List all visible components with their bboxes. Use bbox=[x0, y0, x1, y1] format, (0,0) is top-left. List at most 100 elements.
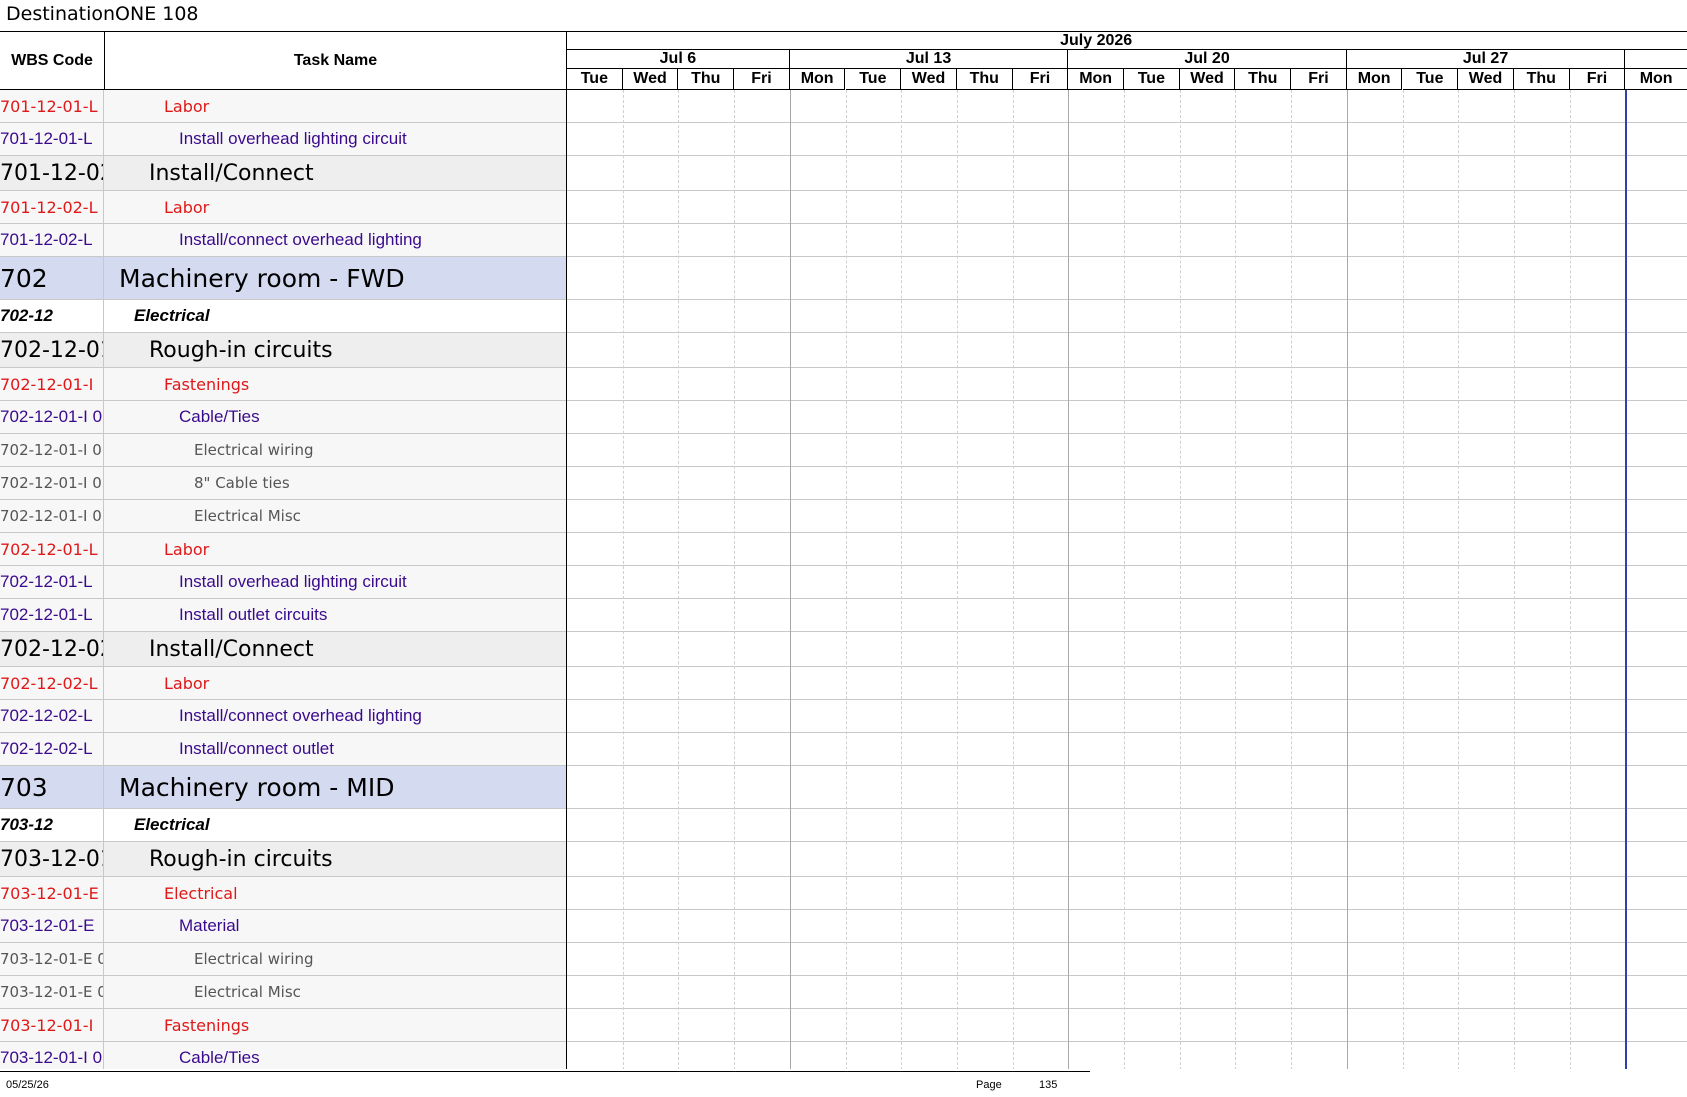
task-name: Install/Connect bbox=[149, 636, 314, 662]
task-row[interactable]: 702-12-01-I 01 Electrical wiring bbox=[0, 434, 566, 467]
timeline-day: Mon bbox=[1625, 69, 1687, 90]
task-name: Electrical Misc bbox=[194, 507, 301, 525]
task-row[interactable]: 702-12-01-I 01 Electrical Misc bbox=[0, 500, 566, 533]
gantt-day-gridline bbox=[1012, 90, 1014, 1069]
wbs-code-header: WBS Code bbox=[0, 31, 105, 90]
task-row[interactable]: 702-12-02 Install/Connect bbox=[0, 632, 566, 667]
task-name: 8" Cable ties bbox=[194, 474, 290, 492]
timeline-day: Mon bbox=[789, 69, 846, 90]
task-row[interactable]: 701-12-02-L Labor bbox=[0, 191, 566, 224]
wbs-code: 702-12-02-L bbox=[0, 700, 104, 732]
task-name: Install/Connect bbox=[149, 160, 314, 186]
task-row[interactable]: 702-12 Electrical bbox=[0, 300, 566, 333]
wbs-code: 702-12-01-I bbox=[0, 368, 104, 400]
task-row[interactable]: 702-12-01-I Fastenings bbox=[0, 368, 566, 401]
task-row[interactable]: 703-12 Electrical bbox=[0, 809, 566, 842]
wbs-code: 702-12-02-L bbox=[0, 667, 104, 699]
task-row[interactable]: 702-12-02-L Install/connect outlet bbox=[0, 733, 566, 766]
task-row[interactable]: 703-12-01-E 0 Electrical wiring bbox=[0, 943, 566, 976]
task-row[interactable]: 702-12-01-I 01 8" Cable ties bbox=[0, 467, 566, 500]
wbs-code: 701-12-01-L bbox=[0, 123, 104, 155]
document-title: DestinationONE 108 bbox=[6, 3, 199, 25]
task-name: Labor bbox=[164, 673, 210, 693]
wbs-code: 702-12-01-L bbox=[0, 566, 104, 598]
task-row[interactable]: 702-12-01 Rough-in circuits bbox=[0, 333, 566, 368]
task-row[interactable]: 703-12-01-I 0 Cable/Ties bbox=[0, 1042, 566, 1069]
gantt-day-gridline bbox=[901, 90, 903, 1069]
wbs-code: 702-12-02 bbox=[0, 632, 104, 666]
task-row[interactable]: 702 Machinery room - FWD bbox=[0, 257, 566, 300]
task-name: Electrical wiring bbox=[194, 950, 314, 968]
month-boundary-line bbox=[1625, 90, 1628, 1069]
timeline-day: Tue bbox=[1402, 69, 1459, 90]
timeline-day: Wed bbox=[1458, 69, 1514, 90]
timeline-day: Mon bbox=[1068, 69, 1124, 90]
gantt-day-gridline bbox=[1291, 90, 1293, 1069]
wbs-code: 702-12 bbox=[0, 300, 104, 332]
wbs-code: 702-12-01-L bbox=[0, 599, 104, 631]
gantt-day-gridline bbox=[1569, 90, 1571, 1069]
gantt-day-gridline bbox=[1346, 90, 1348, 1069]
wbs-code: 703-12-01-E bbox=[0, 877, 104, 909]
task-name: Install/connect overhead lighting bbox=[179, 706, 422, 725]
timeline-day: Thu bbox=[956, 69, 1013, 90]
task-row[interactable]: 702-12-01-I 0 Cable/Ties bbox=[0, 401, 566, 434]
task-row[interactable]: 703-12-01-E 0 Electrical Misc bbox=[0, 976, 566, 1009]
timeline-week: Jul 27 bbox=[1346, 50, 1626, 69]
footer-rule bbox=[0, 1071, 1090, 1072]
task-row[interactable]: 701-12-01-L Install overhead lighting cir… bbox=[0, 123, 566, 156]
gantt-day-gridline bbox=[1124, 90, 1125, 1069]
task-row[interactable]: 703-12-01-I Fastenings bbox=[0, 1009, 566, 1042]
task-name: Labor bbox=[164, 539, 210, 559]
wbs-code: 703-12-01-I 0 bbox=[0, 1042, 104, 1069]
footer-page-number: 135 bbox=[1039, 1079, 1058, 1091]
gantt-day-gridline bbox=[734, 90, 736, 1069]
gantt-sheet: WBS Code Task Name July 2026 Jul 6 Jul 13 J… bbox=[0, 31, 1687, 1069]
task-row[interactable]: 702-12-01-L Install overhead lighting cir… bbox=[0, 566, 566, 599]
wbs-code: 703-12-01-E 0 bbox=[0, 943, 104, 975]
timeline-day: Wed bbox=[901, 69, 957, 90]
task-row[interactable]: 702-12-02-L Install/connect overhead ligh… bbox=[0, 700, 566, 733]
task-name: Install overhead lighting circuit bbox=[179, 129, 407, 148]
task-row[interactable]: 703-12-01 Rough-in circuits bbox=[0, 842, 566, 877]
task-name: Install overhead lighting circuit bbox=[179, 572, 407, 591]
task-row[interactable]: 703 Machinery room - MID bbox=[0, 766, 566, 809]
gantt-day-gridline bbox=[1068, 90, 1070, 1069]
gantt-day-gridline bbox=[678, 90, 680, 1069]
wbs-code: 702-12-02-L bbox=[0, 733, 104, 765]
task-row[interactable]: 702-12-02-L Labor bbox=[0, 667, 566, 700]
task-name: Electrical Misc bbox=[194, 983, 301, 1001]
timeline-month: July 2026 bbox=[567, 31, 1627, 50]
task-row[interactable]: 701-12-02 Install/Connect bbox=[0, 156, 566, 191]
wbs-code: 701-12-02-L bbox=[0, 191, 104, 223]
task-name: Machinery room - MID bbox=[119, 772, 395, 802]
task-name-header-label: Task Name bbox=[293, 51, 378, 69]
timeline-day: Wed bbox=[622, 69, 679, 90]
task-row[interactable]: 703-12-01-E Material bbox=[0, 910, 566, 943]
task-row[interactable]: 703-12-01-E Electrical bbox=[0, 877, 566, 910]
wbs-code: 703-12-01 bbox=[0, 842, 104, 876]
task-row[interactable]: 701-12-02-L Install/connect overhead ligh… bbox=[0, 224, 566, 257]
task-name: Electrical bbox=[134, 815, 210, 834]
gantt-day-gridline bbox=[845, 90, 847, 1069]
task-row[interactable]: 702-12-01-L Install outlet circuits bbox=[0, 599, 566, 632]
task-row[interactable]: 702-12-01-L Labor bbox=[0, 533, 566, 566]
gantt-day-gridline bbox=[1179, 90, 1181, 1069]
timeline-day: Tue bbox=[1124, 69, 1180, 90]
timeline-day: Fri bbox=[1569, 69, 1626, 90]
task-name: Fastenings bbox=[164, 374, 250, 394]
task-name: Install outlet circuits bbox=[179, 605, 328, 624]
task-name: Labor bbox=[164, 197, 210, 217]
wbs-code: 703-12-01-E 0 bbox=[0, 976, 104, 1008]
footer-date: 05/25/26 bbox=[6, 1079, 49, 1091]
timeline-week: Jul 20 bbox=[1068, 50, 1347, 69]
timeline-week: Jul 13 bbox=[789, 50, 1069, 69]
task-row[interactable]: 701-12-01-L Labor bbox=[0, 90, 566, 123]
task-name: Electrical wiring bbox=[194, 441, 314, 459]
timeline-day: Fri bbox=[734, 69, 790, 90]
wbs-code: 701-12-02-L bbox=[0, 224, 104, 256]
task-name: Fastenings bbox=[164, 1015, 250, 1035]
gantt-day-gridline bbox=[1458, 90, 1460, 1069]
wbs-code-header-label: WBS Code bbox=[11, 51, 93, 69]
timeline-day: Fri bbox=[1012, 69, 1069, 90]
